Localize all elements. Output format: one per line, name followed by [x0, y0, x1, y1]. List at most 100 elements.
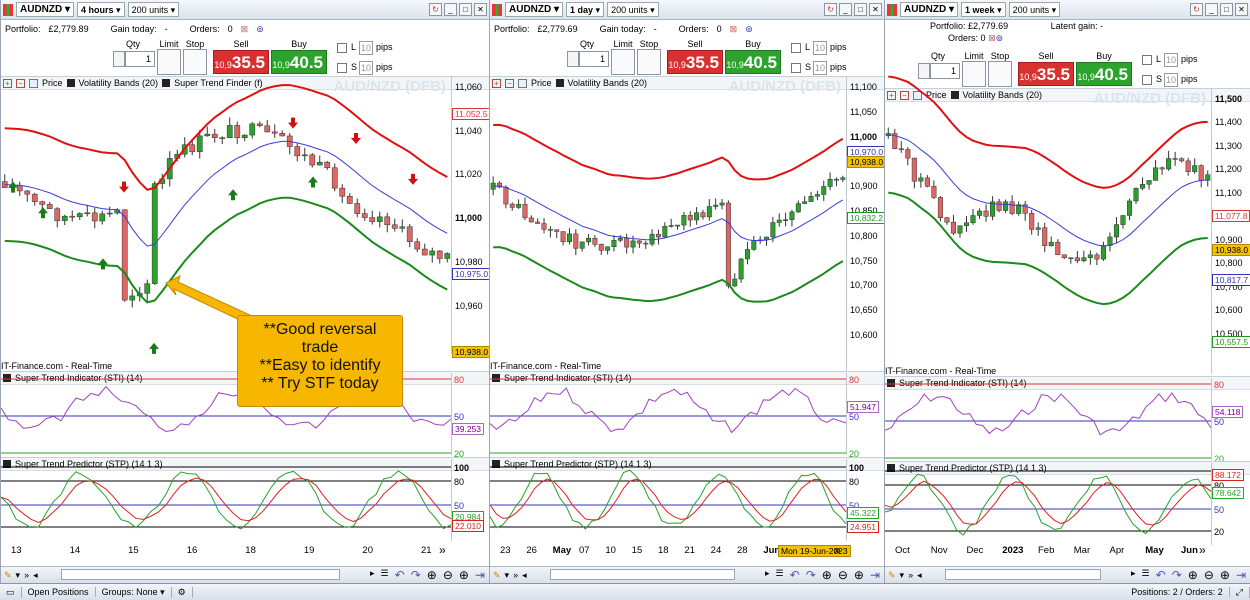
stop-order-icon[interactable] — [183, 49, 207, 75]
scroll-right-icon[interactable]: ▸ — [370, 568, 375, 582]
draw-tool-icon[interactable]: ✎ — [4, 570, 12, 581]
legend-item[interactable]: Price — [42, 78, 63, 88]
draw-menu-icon[interactable]: ▾ — [505, 570, 510, 581]
chart-menu-icon[interactable]: ☰ — [1142, 568, 1150, 582]
wrench-icon[interactable]: ⚙ — [172, 586, 193, 598]
limit-order-icon[interactable] — [611, 49, 635, 75]
timeframe-select[interactable]: 4 hours ▾ — [77, 2, 125, 17]
sell-button[interactable]: 10,935.5 — [213, 50, 269, 74]
stop-order-icon[interactable] — [637, 49, 661, 75]
stp-chart[interactable] — [885, 470, 1212, 537]
scroll-right-icon[interactable]: » — [439, 543, 446, 557]
draw-tool-icon[interactable]: ✎ — [888, 570, 896, 581]
price-chart[interactable] — [490, 92, 846, 370]
zoom-in-icon[interactable]: ⊕ — [1220, 568, 1230, 582]
open-positions-tab[interactable]: Open Positions — [22, 587, 96, 597]
price-chart[interactable] — [1, 84, 451, 354]
minimize-icon[interactable]: _ — [1205, 3, 1218, 16]
legend-swatch[interactable] — [518, 78, 527, 88]
qty-stepper-icon[interactable] — [113, 51, 125, 67]
symbol-select[interactable]: AUDNZD ▾ — [900, 2, 959, 17]
limit-checkbox[interactable] — [337, 43, 347, 53]
orders-delete-icon[interactable]: ⊠ — [988, 33, 996, 43]
orders-view-icon[interactable]: ⊚ — [745, 24, 753, 35]
units-select[interactable]: 200 units ▾ — [127, 2, 180, 17]
close-icon[interactable]: ✕ — [1235, 3, 1248, 16]
pan-right-icon[interactable]: ⇥ — [1236, 568, 1246, 582]
expand-tools-icon[interactable]: » — [908, 570, 913, 580]
orders-delete-icon[interactable]: ⊠ — [730, 24, 738, 35]
zoom-in-icon[interactable]: ⊕ — [459, 568, 469, 582]
quantity-input[interactable]: 1 — [125, 51, 155, 67]
add-indicator-icon[interactable]: + — [492, 78, 501, 88]
sell-button[interactable]: 10,935.5 — [667, 50, 723, 74]
maximize-icon[interactable]: □ — [854, 3, 867, 16]
stp-chart[interactable] — [1, 466, 452, 533]
expand-icon[interactable]: ⤢ — [1230, 586, 1250, 598]
scroll-left-icon[interactable]: ◂ — [522, 570, 527, 581]
legend-item[interactable]: Volatility Bands (20) — [568, 78, 648, 88]
add-indicator-icon[interactable]: + — [887, 90, 896, 100]
quantity-input[interactable]: 1 — [579, 51, 609, 67]
chart-menu-icon[interactable]: ☰ — [776, 568, 784, 582]
minimize-icon[interactable]: _ — [839, 3, 852, 16]
units-select[interactable]: 200 units ▾ — [1008, 2, 1061, 17]
expand-tools-icon[interactable]: » — [24, 570, 29, 580]
pan-right-icon[interactable]: ⇥ — [870, 568, 880, 582]
chart-scrollbar[interactable] — [550, 569, 735, 580]
remove-indicator-icon[interactable]: − — [16, 78, 25, 88]
scroll-left-icon[interactable]: ◂ — [33, 570, 38, 581]
redo-icon[interactable]: ↷ — [411, 568, 421, 582]
chart-scrollbar[interactable] — [945, 569, 1101, 580]
limit-checkbox[interactable] — [1142, 55, 1152, 65]
stp-chart[interactable] — [490, 466, 847, 533]
limit-pips-input[interactable]: 10 — [359, 41, 373, 55]
limit-pips-input[interactable]: 10 — [1164, 53, 1178, 67]
maximize-icon[interactable]: □ — [459, 3, 472, 16]
buy-button[interactable]: 10,940.5 — [725, 50, 781, 74]
scroll-left-icon[interactable]: ◂ — [917, 570, 922, 581]
zoom-out-icon[interactable]: ⊖ — [838, 568, 848, 582]
timeframe-select[interactable]: 1 week ▾ — [961, 2, 1006, 17]
stop-pips-input[interactable]: 10 — [813, 61, 827, 75]
legend-swatch[interactable] — [555, 79, 564, 87]
timeframe-select[interactable]: 1 day ▾ — [566, 2, 605, 17]
chart-menu-icon[interactable]: ☰ — [381, 568, 389, 582]
undo-icon[interactable]: ↶ — [1156, 568, 1166, 582]
legend-item[interactable]: Volatility Bands (20) — [79, 78, 159, 88]
redo-icon[interactable]: ↷ — [806, 568, 816, 582]
redo-icon[interactable]: ↷ — [1172, 568, 1182, 582]
sti-chart[interactable] — [490, 378, 847, 455]
draw-menu-icon[interactable]: ▾ — [16, 570, 21, 581]
buy-button[interactable]: 10,940.5 — [271, 50, 327, 74]
chart-scrollbar[interactable] — [61, 569, 340, 580]
zoom-in-icon[interactable]: ⊕ — [854, 568, 864, 582]
undo-icon[interactable]: ↶ — [790, 568, 800, 582]
refresh-icon[interactable]: ↻ — [429, 3, 442, 16]
close-icon[interactable]: ✕ — [474, 3, 487, 16]
stop-checkbox[interactable] — [337, 63, 347, 73]
minimize-icon[interactable]: _ — [444, 3, 457, 16]
zoom-out-icon[interactable]: ⊖ — [443, 568, 453, 582]
orders-view-icon[interactable]: ⊚ — [996, 33, 1004, 43]
qty-stepper-icon[interactable] — [567, 51, 579, 67]
refresh-icon[interactable]: ↻ — [1190, 3, 1203, 16]
limit-pips-input[interactable]: 10 — [813, 41, 827, 55]
scroll-right-icon[interactable]: ▸ — [1131, 568, 1136, 582]
legend-swatch[interactable] — [29, 78, 38, 88]
maximize-icon[interactable]: □ — [1220, 3, 1233, 16]
pan-right-icon[interactable]: ⇥ — [475, 568, 485, 582]
monitor-icon[interactable]: ▭ — [0, 586, 22, 598]
units-select[interactable]: 200 units ▾ — [607, 2, 659, 17]
scroll-right-icon[interactable]: » — [834, 543, 841, 557]
scroll-right-icon[interactable]: ▸ — [765, 568, 770, 582]
legend-swatch[interactable] — [66, 79, 75, 87]
expand-tools-icon[interactable]: » — [513, 570, 518, 580]
scroll-right-icon[interactable]: » — [1199, 543, 1206, 557]
legend-swatch[interactable] — [950, 91, 959, 99]
buy-button[interactable]: 10,940.5 — [1076, 62, 1132, 86]
symbol-select[interactable]: AUDNZD ▾ — [505, 2, 564, 17]
legend-item[interactable]: Price — [531, 78, 552, 88]
limit-order-icon[interactable] — [157, 49, 181, 75]
symbol-select[interactable]: AUDNZD ▾ — [16, 2, 75, 17]
